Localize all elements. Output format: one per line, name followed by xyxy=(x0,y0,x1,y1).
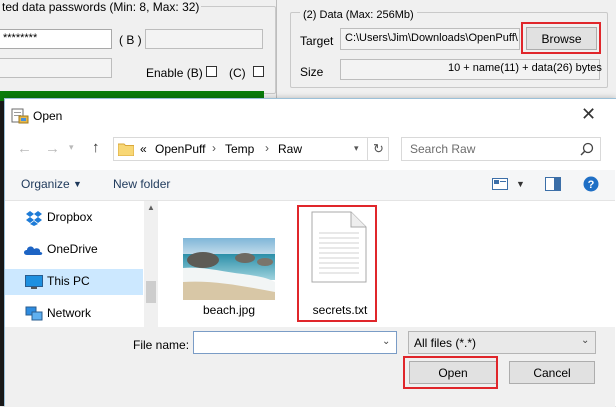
nav-item-label: OneDrive xyxy=(47,242,98,256)
open-dialog: Open ✕ ← → ▾ ↑ « OpenPuff › Temp › Raw ▾… xyxy=(4,98,616,407)
enable-c-label: (C) xyxy=(229,66,246,80)
enable-b-checkbox[interactable] xyxy=(206,66,217,77)
passwords-group-title: ted data passwords (Min: 8, Max: 32) xyxy=(0,0,202,14)
chevron-down-icon[interactable]: ⌄ xyxy=(382,336,390,347)
password-b-input[interactable] xyxy=(145,29,263,49)
enable-b-label: Enable (B) xyxy=(146,66,203,80)
dialog-app-icon xyxy=(11,107,29,125)
scroll-thumb[interactable] xyxy=(146,281,156,303)
enable-c-checkbox[interactable] xyxy=(253,66,264,77)
navigation-pane: Dropbox OneDrive This PC Network ▲ xyxy=(5,201,159,327)
view-options-icon[interactable] xyxy=(492,178,508,190)
file-type-select[interactable]: All files (*.*) ⌄ xyxy=(408,331,596,354)
search-box[interactable]: Search Raw xyxy=(401,137,601,161)
refresh-icon[interactable]: ↻ xyxy=(373,141,384,157)
recent-chevron-icon[interactable]: ▾ xyxy=(69,142,74,153)
nav-item-onedrive[interactable]: OneDrive xyxy=(5,237,143,263)
organize-button[interactable]: Organize xyxy=(21,177,70,191)
search-input[interactable]: Search Raw xyxy=(410,142,475,156)
size-label: Size xyxy=(300,65,324,79)
file-list: beach.jpg secrets.txt xyxy=(161,201,615,327)
target-label: Target xyxy=(300,34,334,48)
navigation-scrollbar[interactable]: ▲ xyxy=(144,201,158,327)
help-icon[interactable]: ? xyxy=(583,176,599,192)
target-path-field[interactable]: C:\Users\Jim\Downloads\OpenPuff\ xyxy=(340,28,520,50)
chevron-down-icon[interactable]: ▾ xyxy=(354,143,359,154)
dialog-footer: File name: ⌄ All files (*.*) ⌄ Open Canc… xyxy=(5,327,615,407)
breadcrumb-overflow[interactable]: « xyxy=(140,142,147,156)
password-b-label: ( B ) xyxy=(119,33,142,47)
chevron-down-icon[interactable]: ⌄ xyxy=(581,335,589,346)
search-icon[interactable] xyxy=(580,142,594,156)
organize-chevron-icon[interactable]: ▼ xyxy=(73,179,82,189)
scroll-up-icon[interactable]: ▲ xyxy=(147,203,155,212)
secrets-highlight xyxy=(297,205,377,322)
command-toolbar: Organize ▼ New folder ▼ ? xyxy=(5,170,615,201)
up-arrow-icon[interactable]: ↑ xyxy=(92,139,100,156)
close-icon[interactable]: ✕ xyxy=(581,104,596,125)
file-name-label: beach.jpg xyxy=(202,303,256,317)
this-pc-icon xyxy=(25,275,43,290)
svg-text:?: ? xyxy=(588,179,595,191)
breadcrumb-temp[interactable]: Temp xyxy=(225,142,254,156)
passwords-group xyxy=(0,6,276,94)
back-arrow-icon[interactable]: ← xyxy=(17,140,32,157)
nav-item-label: This PC xyxy=(47,274,90,288)
nav-item-network[interactable]: Network xyxy=(5,301,143,327)
forward-arrow-icon[interactable]: → xyxy=(45,140,60,157)
cancel-button[interactable]: Cancel xyxy=(509,361,595,384)
network-icon xyxy=(25,306,43,322)
dialog-title: Open xyxy=(33,109,63,123)
dropbox-icon xyxy=(25,210,43,226)
nav-item-label: Network xyxy=(47,306,92,320)
chevron-right-icon[interactable]: › xyxy=(212,141,216,155)
file-item-secrets[interactable]: secrets.txt xyxy=(297,205,377,322)
chevron-right-icon[interactable]: › xyxy=(265,141,269,155)
address-divider xyxy=(367,138,368,160)
file-name-input[interactable]: ⌄ xyxy=(193,331,397,354)
file-item-beach[interactable]: beach.jpg xyxy=(179,231,279,321)
title-bar: Open ✕ xyxy=(5,99,615,133)
data-group-title: (2) Data (Max: 256Mb) xyxy=(300,9,417,21)
address-bar[interactable]: « OpenPuff › Temp › Raw ▾ ↻ xyxy=(113,137,389,161)
password-c-input[interactable] xyxy=(0,58,112,78)
breadcrumb-openpuff[interactable]: OpenPuff xyxy=(155,142,205,156)
new-folder-button[interactable]: New folder xyxy=(113,177,170,191)
preview-pane-icon[interactable] xyxy=(545,177,561,191)
file-type-value: All files (*.*) xyxy=(414,336,477,350)
breadcrumb-raw[interactable]: Raw xyxy=(278,142,302,156)
folder-icon xyxy=(117,142,135,157)
browse-highlight xyxy=(521,22,601,54)
onedrive-icon xyxy=(23,244,43,256)
image-thumbnail xyxy=(183,238,275,300)
view-chevron-icon[interactable]: ▼ xyxy=(516,179,525,189)
file-name-field-label: File name: xyxy=(133,338,190,352)
nav-item-this-pc[interactable]: This PC xyxy=(5,269,143,295)
nav-item-label: Dropbox xyxy=(47,210,93,224)
size-value: 10 + name(11) + data(26) bytes xyxy=(448,62,602,74)
background-window-edge xyxy=(276,0,277,98)
password-a-input[interactable]: ******** xyxy=(0,29,112,49)
open-highlight xyxy=(403,356,498,389)
nav-item-dropbox[interactable]: Dropbox xyxy=(5,205,143,231)
